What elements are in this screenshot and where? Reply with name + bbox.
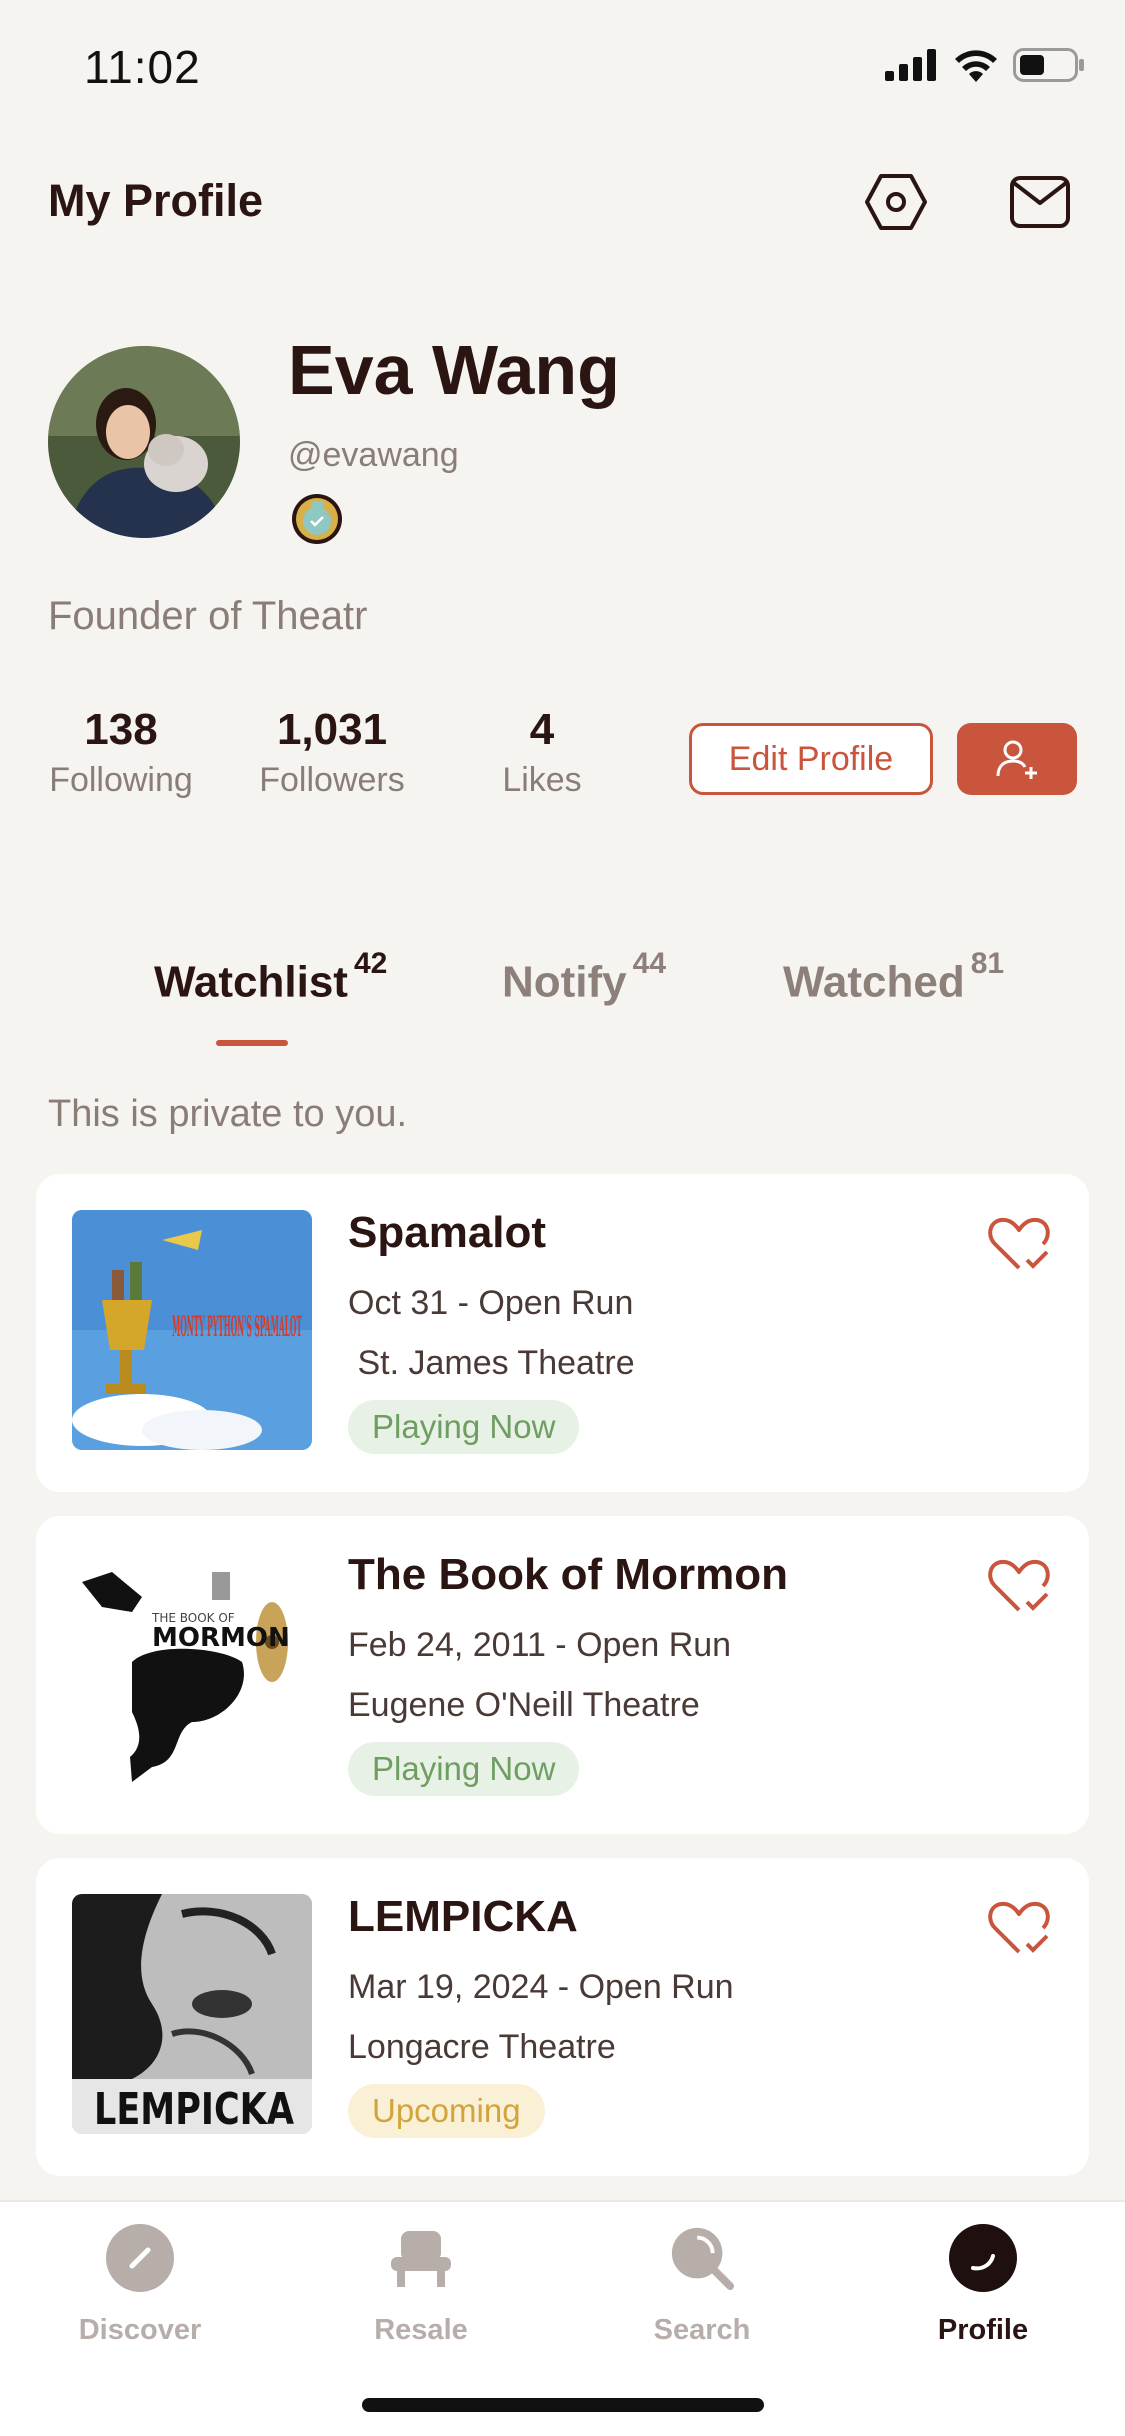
status-badge: Upcoming <box>348 2084 545 2138</box>
mail-icon <box>1010 176 1070 228</box>
poster-title: MORMON <box>152 1623 290 1653</box>
private-note: This is private to you. <box>48 1093 408 1135</box>
nav-resale-label: Resale <box>374 2314 468 2346</box>
tab-watchlist-count: 42 <box>353 947 388 980</box>
nav-discover-label: Discover <box>78 2314 202 2346</box>
status-icons <box>885 48 1085 82</box>
show-venue: Longacre Theatre <box>348 2028 616 2066</box>
tab-watchlist[interactable]: Watchlist 42 <box>154 947 387 1008</box>
inbox-button[interactable] <box>1006 168 1074 236</box>
nav-discover[interactable]: Discover <box>40 2224 240 2347</box>
nav-profile[interactable]: Profile <box>883 2224 1083 2347</box>
nav-search[interactable]: Search <box>602 2224 802 2347</box>
show-venue: St. James Theatre <box>348 1344 635 1382</box>
profile-name: Eva Wang <box>288 331 620 409</box>
tab-watched[interactable]: Watched 81 <box>783 947 1004 1008</box>
stat-followers[interactable]: 1,031 Followers <box>247 705 417 800</box>
show-dates: Oct 31 - Open Run <box>348 1284 634 1322</box>
active-tab-indicator <box>216 1040 288 1046</box>
stat-following-label: Following <box>49 761 193 799</box>
stat-likes-value: 4 <box>529 705 555 754</box>
show-card[interactable]: LEMPICKA LEMPICKA Mar 19, 2024 - Open Ru… <box>36 1858 1089 2176</box>
profile-icon <box>949 2224 1017 2292</box>
stat-followers-value: 1,031 <box>276 705 388 754</box>
settings-button[interactable] <box>862 168 930 236</box>
wifi-icon <box>955 50 997 82</box>
profile-handle: @evawang <box>288 436 459 474</box>
show-poster: THE BOOK OF MORMON <box>72 1552 312 1792</box>
nav-search-label: Search <box>653 2314 751 2346</box>
status-badge: Playing Now <box>348 1400 580 1454</box>
badge-icon <box>292 494 342 544</box>
search-icon <box>668 2224 736 2292</box>
heart-check-icon <box>988 1901 1050 1954</box>
heart-button[interactable] <box>985 1894 1053 1962</box>
tab-watchlist-label: Watchlist <box>154 957 348 1007</box>
tab-notify-count: 44 <box>632 947 667 980</box>
settings-hexagon-icon <box>865 174 927 230</box>
show-card[interactable]: MONTY PYTHON'S SPAMALOT Spamalot Oct 31 … <box>36 1174 1089 1492</box>
tab-watched-count: 81 <box>970 947 1005 980</box>
signal-icon <box>885 49 936 81</box>
show-poster: MONTY PYTHON'S SPAMALOT <box>72 1210 312 1450</box>
avatar[interactable] <box>48 346 240 538</box>
show-dates: Feb 24, 2011 - Open Run <box>348 1626 732 1664</box>
tab-watched-label: Watched <box>783 957 965 1007</box>
show-title: LEMPICKA <box>348 1892 578 1941</box>
compass-icon <box>106 2224 174 2292</box>
add-person-icon <box>996 740 1037 779</box>
show-venue: Eugene O'Neill Theatre <box>348 1686 700 1724</box>
add-friend-button[interactable] <box>957 723 1077 795</box>
show-dates: Mar 19, 2024 - Open Run <box>348 1968 734 2006</box>
seat-icon <box>387 2224 455 2292</box>
tab-notify-label: Notify <box>502 957 627 1007</box>
stat-likes[interactable]: 4 Likes <box>457 705 627 800</box>
stat-following-value: 138 <box>84 705 158 754</box>
status-time: 11:02 <box>84 41 201 93</box>
nav-profile-label: Profile <box>937 2314 1029 2346</box>
profile-bio: Founder of Theatr <box>48 594 368 638</box>
battery-icon <box>1013 48 1084 82</box>
heart-check-icon <box>988 1217 1050 1270</box>
status-badge: Playing Now <box>348 1742 580 1796</box>
profile-badge[interactable] <box>290 492 344 546</box>
heart-check-icon <box>988 1559 1050 1612</box>
stat-following[interactable]: 138 Following <box>36 705 206 800</box>
stat-followers-label: Followers <box>259 761 405 799</box>
tab-notify[interactable]: Notify 44 <box>502 947 666 1008</box>
stat-likes-label: Likes <box>502 761 582 799</box>
show-card[interactable]: THE BOOK OF MORMON The Book of Mormon Fe… <box>36 1516 1089 1834</box>
show-title: Spamalot <box>348 1208 547 1257</box>
show-poster: LEMPICKA <box>72 1894 312 2134</box>
heart-button[interactable] <box>985 1210 1053 1278</box>
heart-button[interactable] <box>985 1552 1053 1620</box>
show-title: The Book of Mormon <box>348 1550 788 1599</box>
poster-title: MONTY PYTHON'S SPAMALOT <box>172 1310 302 1343</box>
poster-title: LEMPICKA <box>94 2084 294 2134</box>
avatar-photo <box>48 346 240 538</box>
home-indicator <box>362 2398 764 2412</box>
nav-resale[interactable]: Resale <box>321 2224 521 2347</box>
page-title: My Profile <box>48 175 264 226</box>
edit-profile-button[interactable]: Edit Profile <box>689 723 933 795</box>
